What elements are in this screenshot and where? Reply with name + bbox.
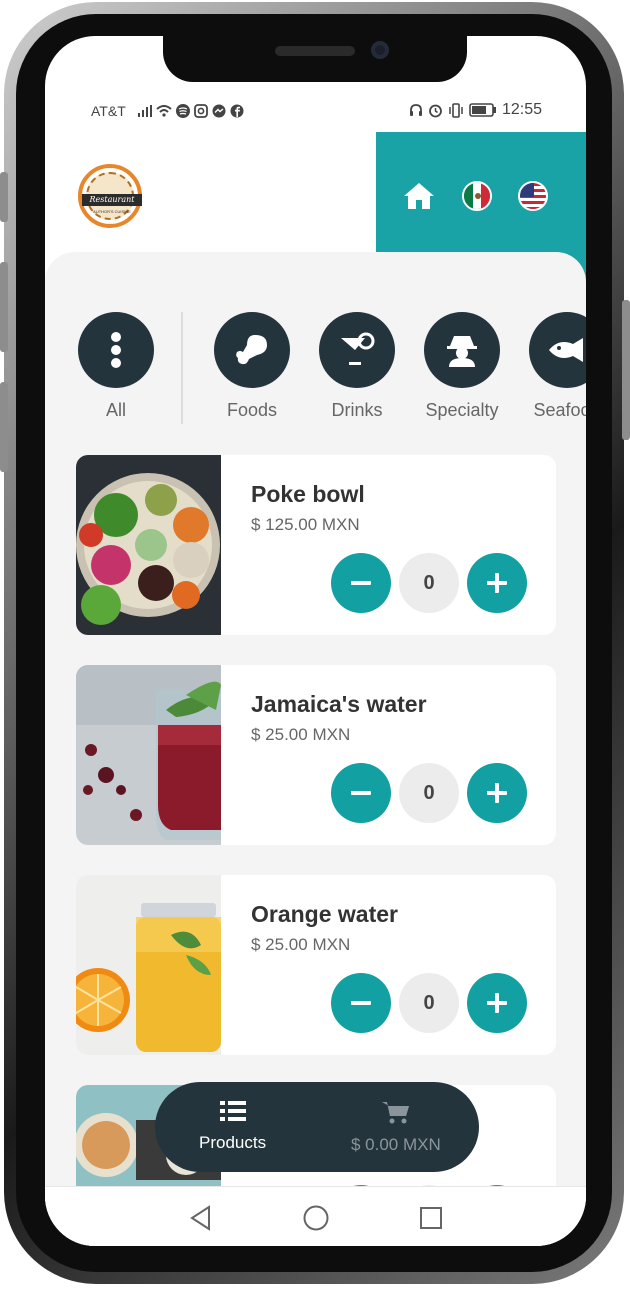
decrement-button[interactable] xyxy=(331,553,391,613)
cart-icon xyxy=(381,1102,409,1124)
category-all[interactable]: All xyxy=(76,312,156,421)
drumstick-icon xyxy=(214,312,290,388)
phone-button xyxy=(0,262,8,352)
orange-water-image xyxy=(76,875,221,1055)
camera xyxy=(371,41,389,59)
quantity-value: 0 xyxy=(399,553,459,613)
back-icon[interactable] xyxy=(189,1205,213,1231)
headphones-icon xyxy=(409,104,422,116)
decrement-button[interactable] xyxy=(331,763,391,823)
category-label: Seafood xyxy=(533,400,586,420)
category-divider xyxy=(181,312,183,424)
battery-icon xyxy=(469,103,496,117)
increment-button[interactable] xyxy=(467,763,527,823)
product-name: Orange water xyxy=(251,901,398,927)
minus-icon xyxy=(351,791,371,795)
bottom-navigation: Products $ 0.00 MXN xyxy=(155,1082,479,1172)
category-label: Drinks xyxy=(331,400,383,420)
increment-button[interactable] xyxy=(467,553,527,613)
quantity-stepper: 0 xyxy=(331,973,527,1033)
restaurant-logo[interactable]: Restaurant AUTHOR'S CUISINE xyxy=(78,164,142,228)
header-actions xyxy=(402,179,548,213)
phone-button xyxy=(0,382,8,472)
decrement-button[interactable] xyxy=(331,973,391,1033)
category-specialty[interactable]: Specialty xyxy=(422,312,502,421)
phone-button xyxy=(0,172,8,222)
usa-flag-icon[interactable] xyxy=(518,181,548,211)
flag-canton xyxy=(520,183,534,197)
category-seafood[interactable]: Seafood xyxy=(527,312,586,421)
home-icon[interactable] xyxy=(402,179,436,213)
jamaica-water-image xyxy=(76,665,221,845)
products-tab[interactable]: Products xyxy=(199,1100,266,1153)
product-name: Poke bowl xyxy=(251,481,365,507)
cocktail-icon xyxy=(319,312,395,388)
app-screen: AT&T 12:55 Restaurant AUTHOR'S CUISINE A… xyxy=(45,36,586,1246)
messenger-icon xyxy=(212,104,226,118)
facebook-icon xyxy=(230,104,244,118)
wifi-icon xyxy=(156,105,172,117)
product-price: $ 25.00 MXN xyxy=(251,935,351,954)
signal-icon xyxy=(137,105,152,117)
product-card-jamaica-water[interactable]: Jamaica's water $ 25.00 MXN 0 xyxy=(76,665,556,845)
list-icon xyxy=(219,1101,246,1121)
recents-icon[interactable] xyxy=(419,1206,443,1230)
plus-icon xyxy=(487,573,507,593)
chef-icon xyxy=(424,312,500,388)
logo-subtext: AUTHOR'S CUISINE xyxy=(93,209,131,214)
system-navigation-bar xyxy=(45,1186,586,1246)
product-card-poke-bowl[interactable]: Poke bowl $ 125.00 MXN 0 xyxy=(76,455,556,635)
minus-icon xyxy=(351,581,371,585)
logo-badge: Restaurant AUTHOR'S CUISINE xyxy=(82,172,142,220)
logo-text: Restaurant xyxy=(82,194,142,206)
mexico-flag-icon[interactable] xyxy=(462,181,492,211)
status-bar: AT&T 12:55 xyxy=(45,98,586,126)
quantity-value: 0 xyxy=(399,973,459,1033)
product-price: $ 125.00 MXN xyxy=(251,515,360,534)
cart-tab[interactable]: $ 0.00 MXN xyxy=(351,1100,441,1155)
poke-bowl-image xyxy=(76,455,221,635)
category-drinks[interactable]: Drinks xyxy=(317,312,397,421)
vibrate-icon xyxy=(449,102,463,118)
carrier-label: AT&T xyxy=(91,103,126,119)
product-name: Jamaica's water xyxy=(251,691,427,717)
quantity-value: 0 xyxy=(399,763,459,823)
category-bar: All Foods Drinks Specialty Seafoo xyxy=(76,312,586,432)
home-nav-icon[interactable] xyxy=(302,1204,330,1232)
fish-icon xyxy=(529,312,586,388)
product-price: $ 25.00 MXN xyxy=(251,725,351,744)
instagram-icon xyxy=(193,104,208,118)
cart-total: $ 0.00 MXN xyxy=(351,1135,441,1154)
clock: 12:55 xyxy=(501,101,542,118)
category-label: Foods xyxy=(226,400,278,420)
speaker xyxy=(275,46,355,56)
increment-button[interactable] xyxy=(467,973,527,1033)
quantity-stepper: 0 xyxy=(331,553,527,613)
category-label: All xyxy=(105,400,126,420)
phone-button xyxy=(622,300,630,440)
products-tab-label: Products xyxy=(199,1133,267,1152)
product-card-orange-water[interactable]: Orange water $ 25.00 MXN 0 xyxy=(76,875,556,1055)
phone-notch xyxy=(163,36,467,82)
category-foods[interactable]: Foods xyxy=(212,312,292,421)
plus-icon xyxy=(487,993,507,1013)
category-label: Specialty xyxy=(425,400,499,420)
spotify-icon xyxy=(175,104,190,118)
plus-icon xyxy=(487,783,507,803)
more-vertical-icon xyxy=(78,312,154,388)
alarm-icon xyxy=(429,104,442,117)
minus-icon xyxy=(351,1001,371,1005)
quantity-stepper: 0 xyxy=(331,763,527,823)
